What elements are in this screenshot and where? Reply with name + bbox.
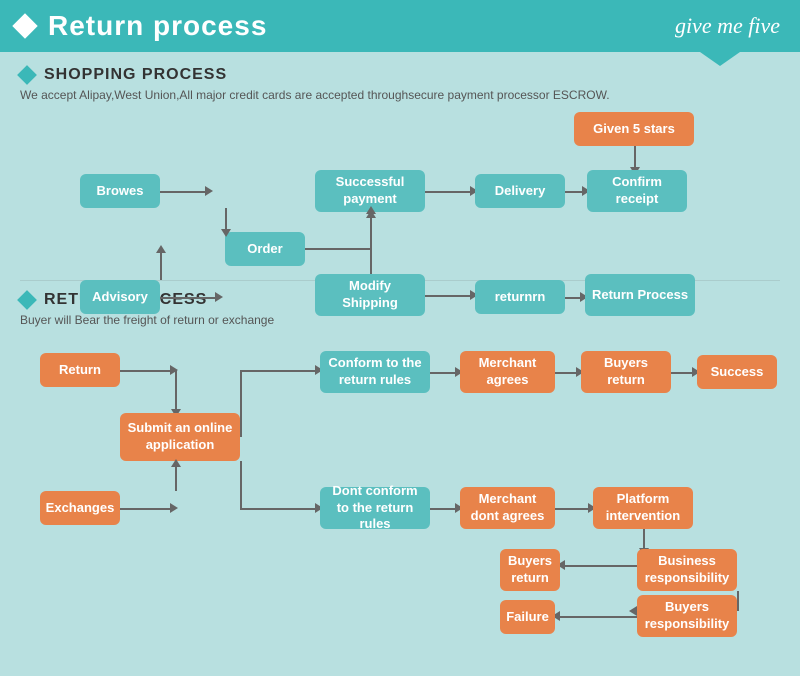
- merchant-agrees-box: Merchant agrees: [460, 351, 555, 393]
- buyers-resp-box: Buyers responsibility: [637, 595, 737, 637]
- shopping-title: SHOPPING PROCESS: [44, 66, 227, 84]
- arr-biz-br2: [565, 565, 643, 567]
- page-title: Return process: [48, 10, 267, 42]
- arrowhead-ms-sp: [366, 210, 376, 218]
- arr-ms-sp: [370, 212, 372, 274]
- exchanges-box: Exchanges: [40, 491, 120, 525]
- arr-submit-v2: [240, 461, 242, 508]
- shopping-diamond-icon: [17, 65, 37, 85]
- arrowhead-right-buyersresp: [629, 606, 637, 616]
- buyers-return-2-box: Buyers return: [500, 549, 560, 591]
- shopping-description: We accept Alipay,West Union,All major cr…: [20, 88, 780, 102]
- business-resp-box: Business responsibility: [637, 549, 737, 591]
- shopping-section-header: SHOPPING PROCESS: [20, 66, 780, 84]
- arr-bizresp-down: [737, 591, 739, 611]
- arrowhead-browes-sp: [205, 186, 213, 196]
- success-box: Success: [697, 355, 777, 389]
- arr-buyersresp-failure: [560, 616, 637, 618]
- shopping-flow: Given 5 stars Browes Successful payment …: [20, 112, 780, 272]
- returnrn-box: returnrn: [475, 280, 565, 314]
- failure-box: Failure: [500, 600, 555, 634]
- arr-exch-r: [120, 508, 175, 510]
- merchant-dont-box: Merchant dont agrees: [460, 487, 555, 529]
- arrowhead-advisory-ms: [215, 292, 223, 302]
- arr-browes-sp: [160, 191, 210, 193]
- return-process-box: Return Process: [585, 274, 695, 316]
- advisory-box: Advisory: [80, 280, 160, 314]
- brand-text: give me five: [675, 13, 780, 39]
- return-box: Return: [40, 353, 120, 387]
- header: Return process give me five: [0, 0, 800, 52]
- arrowhead-exch-r: [170, 503, 178, 513]
- header-diamond-icon: [12, 13, 37, 38]
- buyers-return-1-box: Buyers return: [581, 351, 671, 393]
- arr-advisory-ms: [160, 297, 220, 299]
- arr-submit-conform: [240, 370, 320, 372]
- arr-order-sp: [305, 248, 370, 250]
- arr-ret-down: [175, 370, 177, 412]
- confirm-receipt-box: Confirm receipt: [587, 170, 687, 212]
- order-box: Order: [225, 232, 305, 266]
- arr-submit-v: [240, 370, 242, 437]
- given-5-stars-box: Given 5 stars: [574, 112, 694, 146]
- arrowhead-browes-down: [221, 229, 231, 237]
- arr-return-r: [120, 370, 175, 372]
- arr-ms-ret: [425, 295, 475, 297]
- dont-conform-box: Dont conform to the return rules: [320, 487, 430, 529]
- platform-box: Platform intervention: [593, 487, 693, 529]
- arrowhead-advisory-up: [156, 245, 166, 253]
- arrowhead-exch-up: [171, 459, 181, 467]
- submit-online-box: Submit an online application: [120, 413, 240, 461]
- browes-box: Browes: [80, 174, 160, 208]
- modify-shipping-box: Modify Shipping: [315, 274, 425, 316]
- main-content: SHOPPING PROCESS We accept Alipay,West U…: [0, 52, 800, 641]
- arr-submit-dontconform: [240, 508, 320, 510]
- conform-rules-box: Conform to the return rules: [320, 351, 430, 393]
- return-diamond-icon: [17, 290, 37, 310]
- return-flow: Return Submit an online application Conf…: [20, 337, 780, 627]
- delivery-box: Delivery: [475, 174, 565, 208]
- arr-sp-delivery: [425, 191, 475, 193]
